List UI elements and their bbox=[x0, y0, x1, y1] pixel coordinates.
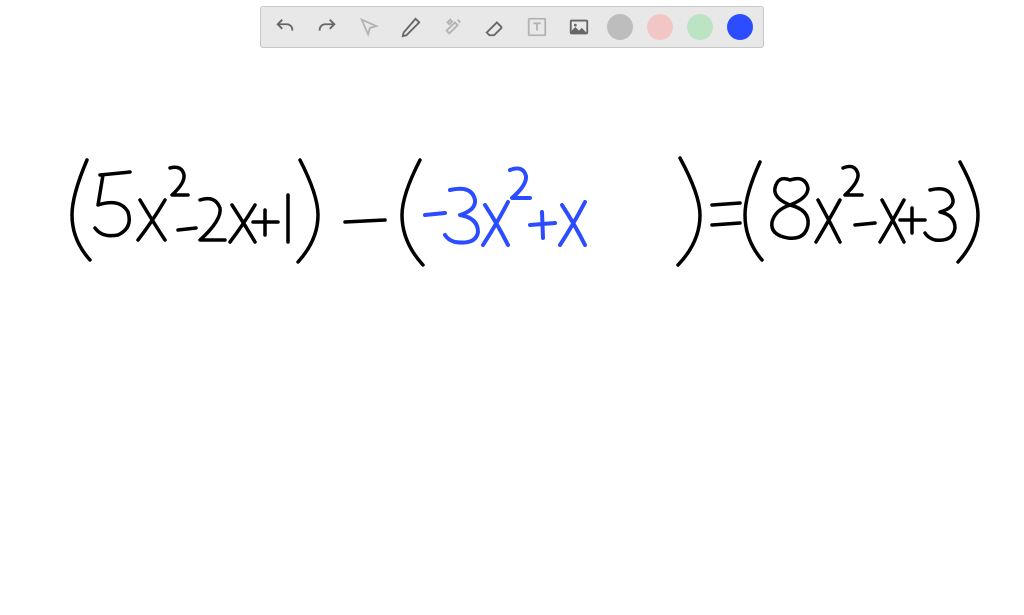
pen-button[interactable] bbox=[397, 13, 425, 41]
undo-button[interactable] bbox=[271, 13, 299, 41]
color-green[interactable] bbox=[687, 14, 713, 40]
color-pink[interactable] bbox=[647, 14, 673, 40]
redo-icon bbox=[316, 16, 338, 38]
tools-icon bbox=[442, 16, 464, 38]
redo-button[interactable] bbox=[313, 13, 341, 41]
drawing-canvas[interactable] bbox=[0, 50, 1024, 610]
drawing-toolbar bbox=[260, 6, 764, 48]
handwritten-equation bbox=[0, 50, 1024, 610]
pointer-icon bbox=[358, 16, 380, 38]
text-icon bbox=[526, 16, 548, 38]
color-gray[interactable] bbox=[607, 14, 633, 40]
image-icon bbox=[568, 16, 590, 38]
color-blue[interactable] bbox=[727, 14, 753, 40]
eraser-icon bbox=[484, 16, 506, 38]
text-button[interactable] bbox=[523, 13, 551, 41]
pen-icon bbox=[400, 16, 422, 38]
undo-icon bbox=[274, 16, 296, 38]
eraser-button[interactable] bbox=[481, 13, 509, 41]
image-button[interactable] bbox=[565, 13, 593, 41]
pointer-button[interactable] bbox=[355, 13, 383, 41]
tools-button[interactable] bbox=[439, 13, 467, 41]
